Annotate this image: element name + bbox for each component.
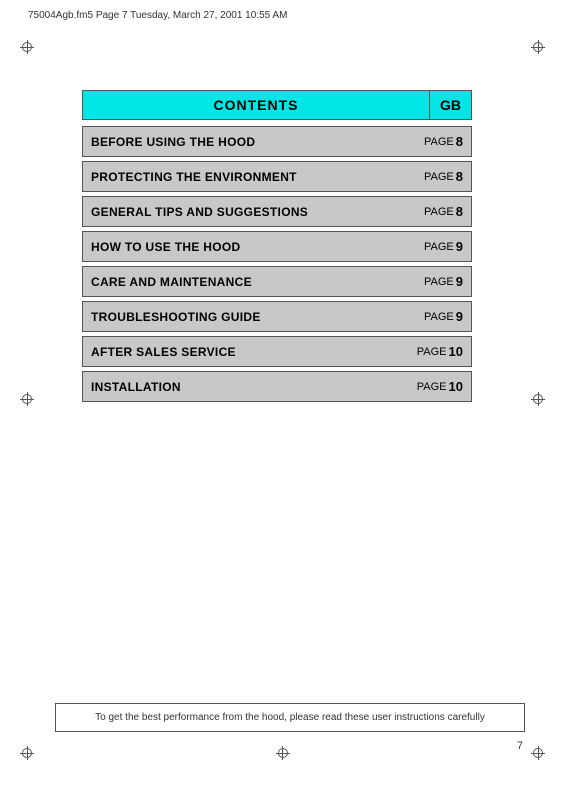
toc-page-word: PAGE [424, 206, 454, 218]
contents-title: CONTENTS [82, 90, 429, 120]
toc-page-num: 9 [456, 274, 463, 289]
header-bar: 75004Agb.fm5 Page 7 Tuesday, March 27, 2… [0, 10, 565, 21]
toc-page-num: 8 [456, 204, 463, 219]
toc-row: HOW TO USE THE HOODPAGE 9 [82, 231, 472, 262]
toc-row-label: INSTALLATION [83, 372, 409, 401]
cross-mark-mid-right [529, 390, 547, 408]
toc-row-label: CARE AND MAINTENANCE [83, 267, 416, 296]
toc-row: BEFORE USING THE HOODPAGE 8 [82, 126, 472, 157]
toc-page-num: 9 [456, 239, 463, 254]
toc-row-page: PAGE 8 [416, 162, 471, 191]
toc-row-page: PAGE 9 [416, 267, 471, 296]
toc-row: INSTALLATIONPAGE 10 [82, 371, 472, 402]
toc-page-word: PAGE [424, 136, 454, 148]
cross-mark-top-left [18, 38, 36, 56]
cross-mark-mid-left [18, 390, 36, 408]
toc-row-label: TROUBLESHOOTING GUIDE [83, 302, 416, 331]
toc-page-num: 9 [456, 309, 463, 324]
toc-rows-container: BEFORE USING THE HOODPAGE 8PROTECTING TH… [82, 126, 472, 402]
toc-page-num: 8 [456, 169, 463, 184]
notice-box: To get the best performance from the hoo… [55, 703, 525, 732]
page-number: 7 [517, 740, 523, 752]
toc-page-num: 8 [456, 134, 463, 149]
toc-row: GENERAL TIPS AND SUGGESTIONSPAGE 8 [82, 196, 472, 227]
main-content: CONTENTS GB BEFORE USING THE HOODPAGE 8P… [82, 90, 472, 406]
toc-row-page: PAGE 8 [416, 197, 471, 226]
cross-mark-bot-center [274, 744, 292, 762]
cross-mark-bot-right [529, 744, 547, 762]
toc-page-word: PAGE [417, 381, 447, 393]
toc-row: PROTECTING THE ENVIRONMENTPAGE 8 [82, 161, 472, 192]
toc-row-label: HOW TO USE THE HOOD [83, 232, 416, 261]
toc-row: CARE AND MAINTENANCEPAGE 9 [82, 266, 472, 297]
toc-page-word: PAGE [417, 346, 447, 358]
cross-mark-bot-left [18, 744, 36, 762]
toc-row: TROUBLESHOOTING GUIDEPAGE 9 [82, 301, 472, 332]
toc-page-word: PAGE [424, 311, 454, 323]
notice-text: To get the best performance from the hoo… [95, 712, 485, 723]
toc-row-label: PROTECTING THE ENVIRONMENT [83, 162, 416, 191]
toc-page-num: 10 [449, 344, 463, 359]
toc-row-label: GENERAL TIPS AND SUGGESTIONS [83, 197, 416, 226]
toc-row-label: BEFORE USING THE HOOD [83, 127, 416, 156]
contents-gb-label: GB [429, 90, 472, 120]
toc-page-word: PAGE [424, 276, 454, 288]
contents-header: CONTENTS GB [82, 90, 472, 120]
cross-mark-top-right [529, 38, 547, 56]
toc-row-label: AFTER SALES SERVICE [83, 337, 409, 366]
header-file-info: 75004Agb.fm5 Page 7 Tuesday, March 27, 2… [28, 10, 287, 21]
toc-row-page: PAGE 9 [416, 232, 471, 261]
toc-page-word: PAGE [424, 241, 454, 253]
toc-page-num: 10 [449, 379, 463, 394]
toc-row-page: PAGE 9 [416, 302, 471, 331]
toc-row: AFTER SALES SERVICEPAGE 10 [82, 336, 472, 367]
toc-row-page: PAGE 10 [409, 337, 471, 366]
page-container: 75004Agb.fm5 Page 7 Tuesday, March 27, 2… [0, 0, 565, 800]
toc-row-page: PAGE 8 [416, 127, 471, 156]
toc-row-page: PAGE 10 [409, 372, 471, 401]
toc-page-word: PAGE [424, 171, 454, 183]
